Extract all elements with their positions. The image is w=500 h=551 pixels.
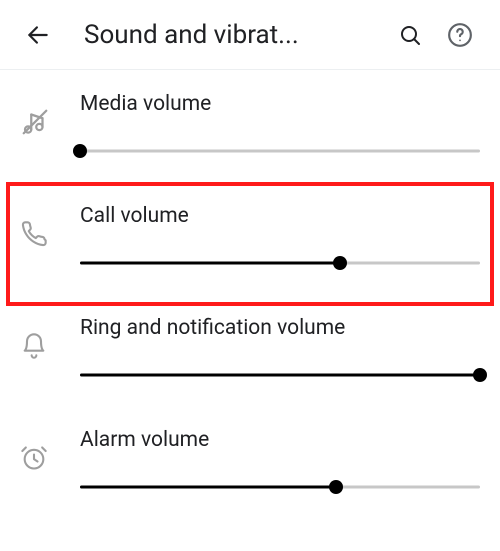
app-bar: Sound and vibrat... [0,0,500,70]
alarm-volume-slider[interactable] [80,480,480,494]
volume-label: Ring and notification volume [80,316,480,340]
volume-icon-wrap [20,310,80,382]
slider-fill [80,262,340,265]
volume-row-alarm: Alarm volume [0,412,500,524]
bell-icon [20,332,48,360]
volume-row-call: Call volume [0,188,500,300]
help-button[interactable] [440,15,480,55]
back-button[interactable] [18,15,58,55]
volume-icon-wrap [20,86,80,158]
volume-icon-wrap [20,422,80,494]
slider-track [80,150,480,153]
volume-list: Media volume Call volume [0,70,500,524]
arrow-left-icon [25,22,51,48]
slider-thumb[interactable] [329,480,343,494]
page-title: Sound and vibrat... [84,20,390,50]
search-icon [398,23,422,47]
search-button[interactable] [390,15,430,55]
volume-label: Call volume [80,204,480,228]
volume-icon-wrap [20,198,80,270]
volume-label: Alarm volume [80,428,480,452]
phone-icon [20,220,48,248]
volume-row-media: Media volume [0,76,500,188]
ring-volume-slider[interactable] [80,368,480,382]
call-volume-slider[interactable] [80,256,480,270]
media-muted-icon [20,107,50,137]
help-circle-icon [447,22,473,48]
volume-label: Media volume [80,92,480,116]
slider-thumb[interactable] [73,144,87,158]
slider-fill [80,486,336,489]
volume-row-ring: Ring and notification volume [0,300,500,412]
alarm-clock-icon [20,444,48,472]
slider-thumb[interactable] [333,256,347,270]
slider-fill [80,374,480,377]
slider-thumb[interactable] [473,368,487,382]
media-volume-slider[interactable] [80,144,480,158]
